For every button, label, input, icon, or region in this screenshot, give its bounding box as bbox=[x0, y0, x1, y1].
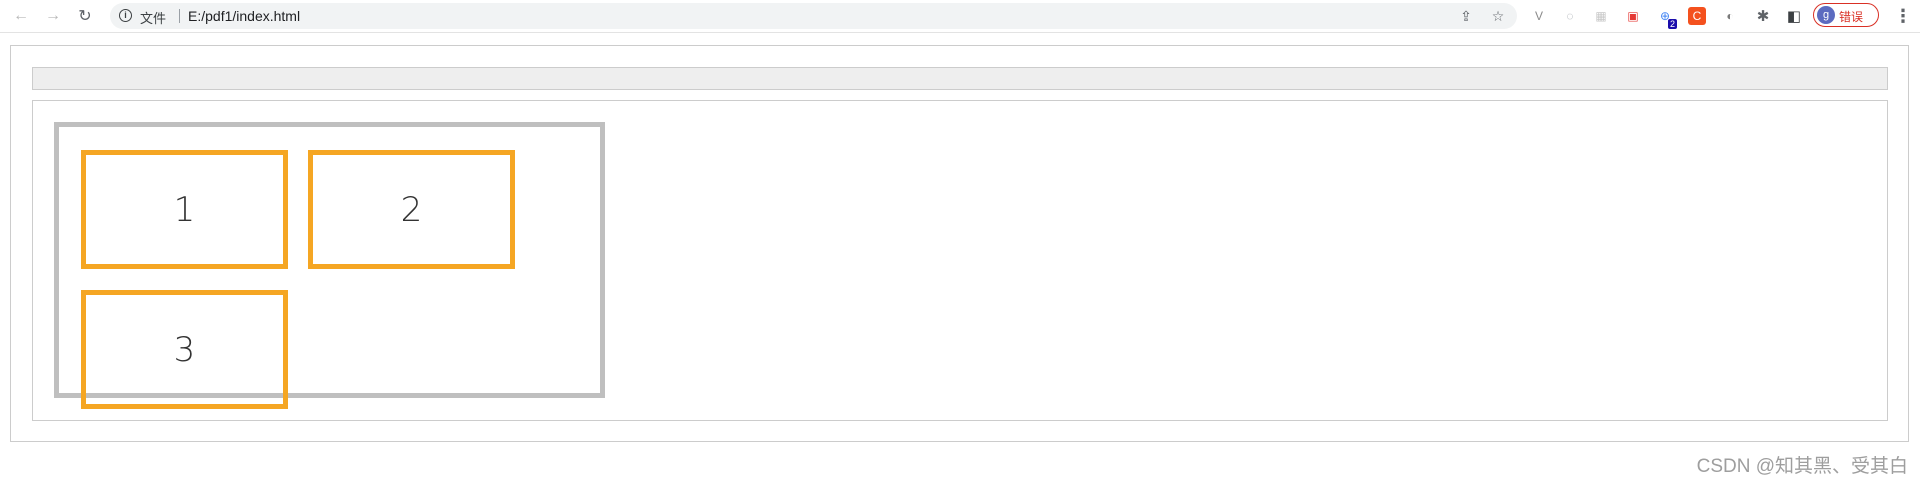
csdn-extension-icon[interactable]: C bbox=[1688, 7, 1706, 25]
profile-error-label: 错误 bbox=[1839, 10, 1864, 24]
url-text[interactable]: E:/pdf1/index.html bbox=[188, 8, 300, 24]
avatar: g bbox=[1817, 6, 1835, 24]
extension-badge: 2 bbox=[1667, 19, 1677, 29]
extensions-button[interactable]: ✱ bbox=[1754, 7, 1772, 25]
bookmark-button[interactable]: ☆ bbox=[1488, 6, 1508, 26]
site-info-icon[interactable]: i bbox=[119, 9, 132, 22]
grid-item-label: 1 bbox=[173, 189, 196, 230]
more-vert-icon: ⋮ bbox=[1894, 6, 1912, 26]
extension-4-icon[interactable]: ▣ bbox=[1624, 7, 1642, 25]
grid-item-2: 2 bbox=[308, 150, 515, 269]
reload-button[interactable]: ↻ bbox=[73, 4, 97, 28]
side-panel-button[interactable]: ◧ bbox=[1785, 7, 1803, 25]
side-panel-icon: ◧ bbox=[1786, 8, 1802, 25]
share-icon: ⇪ bbox=[1460, 7, 1472, 24]
star-icon: ☆ bbox=[1491, 7, 1505, 24]
extension-2-icon[interactable]: ◌ bbox=[1561, 7, 1579, 25]
csdn-watermark: CSDN @知其黑、受其白 bbox=[1696, 456, 1908, 477]
forward-icon: → bbox=[45, 7, 61, 24]
reload-icon: ↻ bbox=[78, 8, 92, 25]
extension-3-icon[interactable]: ▦ bbox=[1592, 7, 1610, 25]
browser-toolbar: ← → ↻ i 文件 E:/pdf1/index.html ⇪ ☆ V ◌ ▦ ▣ ⊕ 2… bbox=[0, 0, 1920, 33]
grid-item-1: 1 bbox=[81, 150, 288, 269]
grid-item-label: 3 bbox=[173, 329, 196, 370]
scheme-label: 文件 bbox=[140, 11, 167, 26]
grid-container: 1 2 3 bbox=[54, 122, 605, 409]
back-icon: ← bbox=[13, 7, 29, 24]
browser-menu-button[interactable]: ⋮ bbox=[1894, 6, 1912, 26]
header-bar bbox=[32, 67, 1888, 90]
back-button[interactable]: ← bbox=[9, 4, 33, 28]
extension-7-icon[interactable]: ◐ bbox=[1721, 7, 1739, 25]
share-button[interactable]: ⇪ bbox=[1456, 6, 1476, 26]
translate-icon[interactable]: ⊕ 2 bbox=[1656, 7, 1677, 29]
grid-item-3: 3 bbox=[81, 290, 288, 409]
puzzle-icon: ✱ bbox=[1756, 8, 1770, 25]
address-separator bbox=[179, 9, 180, 23]
grid-item-label: 2 bbox=[400, 189, 423, 230]
profile-button[interactable]: g 错误 bbox=[1813, 3, 1879, 27]
forward-button[interactable]: → bbox=[41, 4, 65, 28]
address-bar[interactable]: i 文件 E:/pdf1/index.html ⇪ ☆ bbox=[110, 3, 1517, 29]
vue-devtools-icon[interactable]: V bbox=[1530, 7, 1548, 25]
